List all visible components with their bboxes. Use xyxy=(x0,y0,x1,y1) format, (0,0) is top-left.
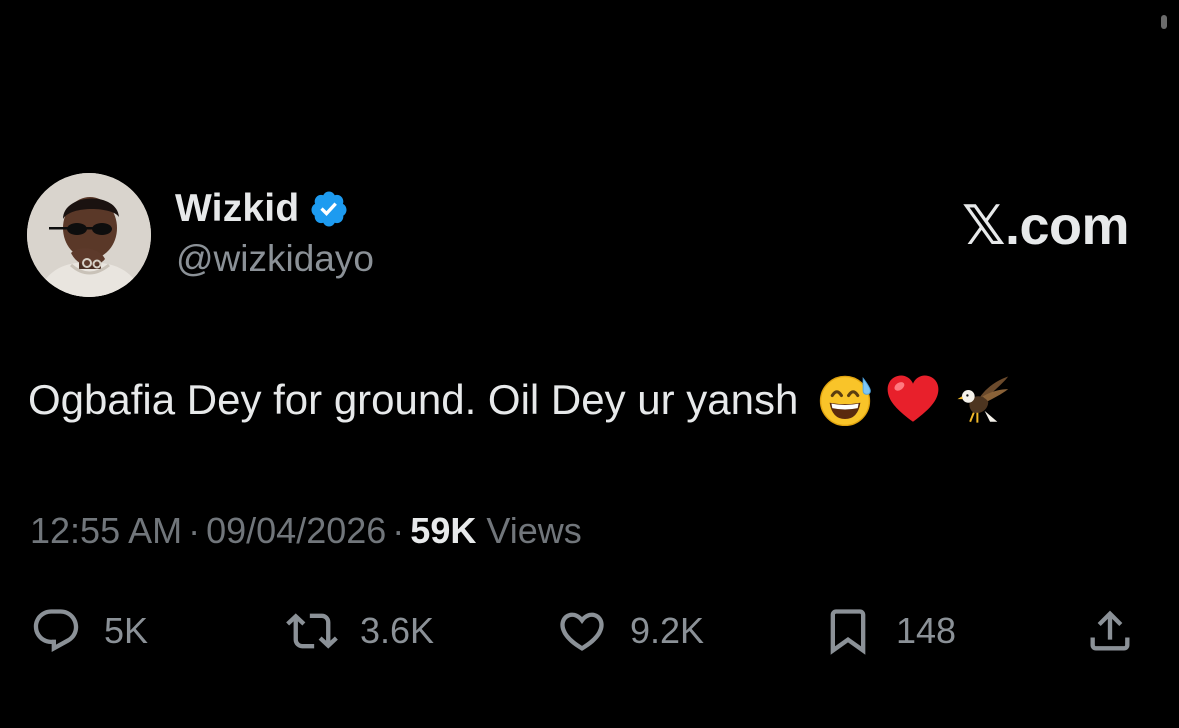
views-label[interactable]: Views xyxy=(486,510,581,551)
eagle-icon xyxy=(957,376,1009,423)
meta-separator: · xyxy=(188,510,201,551)
tweet-screenshot: Wizkid @wizkidayo 𝕏.com Ogbafia Dey for … xyxy=(0,0,1179,728)
reply-count: 5K xyxy=(104,610,149,651)
meta-separator: · xyxy=(392,510,405,551)
x-brand-logo: 𝕏.com xyxy=(961,196,1130,256)
tweet-meta: 12:55 AM · 09/04/2026 · 59K Views xyxy=(30,510,582,552)
verified-badge-icon[interactable] xyxy=(309,189,349,229)
author-name-row: Wizkid xyxy=(175,186,349,232)
tweet-date[interactable]: 09/04/2026 xyxy=(206,510,386,551)
reply-button[interactable]: 5K xyxy=(30,600,148,662)
heart-icon xyxy=(560,612,604,651)
avatar-image xyxy=(27,173,151,297)
bookmark-icon xyxy=(830,609,866,655)
share-icon xyxy=(1090,610,1130,651)
display-name[interactable]: Wizkid xyxy=(175,187,299,231)
retweet-count: 3.6K xyxy=(360,610,435,651)
like-count: 9.2K xyxy=(630,610,705,651)
red-heart-icon xyxy=(888,375,939,422)
retweet-icon xyxy=(286,613,338,649)
tweet-text-row: Ogbafia Dey for ground. Oil Dey ur yansh xyxy=(28,371,1010,429)
grinning-face-with-sweat-icon xyxy=(820,375,872,427)
share-button[interactable] xyxy=(1084,600,1136,662)
like-button[interactable]: 9.2K xyxy=(556,600,704,662)
reply-icon xyxy=(33,609,79,653)
tweet-text: Ogbafia Dey for ground. Oil Dey ur yansh xyxy=(28,376,799,423)
views-count[interactable]: 59K xyxy=(410,510,476,551)
tweet-time[interactable]: 12:55 AM xyxy=(30,510,182,551)
tweet-emojis xyxy=(816,371,1010,429)
tweet-action-bar: 5K 3.6K 9.2K 148 xyxy=(0,600,1179,662)
bookmark-count: 148 xyxy=(896,610,957,651)
retweet-button[interactable]: 3.6K xyxy=(286,600,434,662)
bookmark-button[interactable]: 148 xyxy=(822,600,956,662)
avatar[interactable] xyxy=(27,173,151,297)
handle[interactable]: @wizkidayo xyxy=(176,238,374,280)
scroll-indicator[interactable] xyxy=(1161,15,1167,29)
